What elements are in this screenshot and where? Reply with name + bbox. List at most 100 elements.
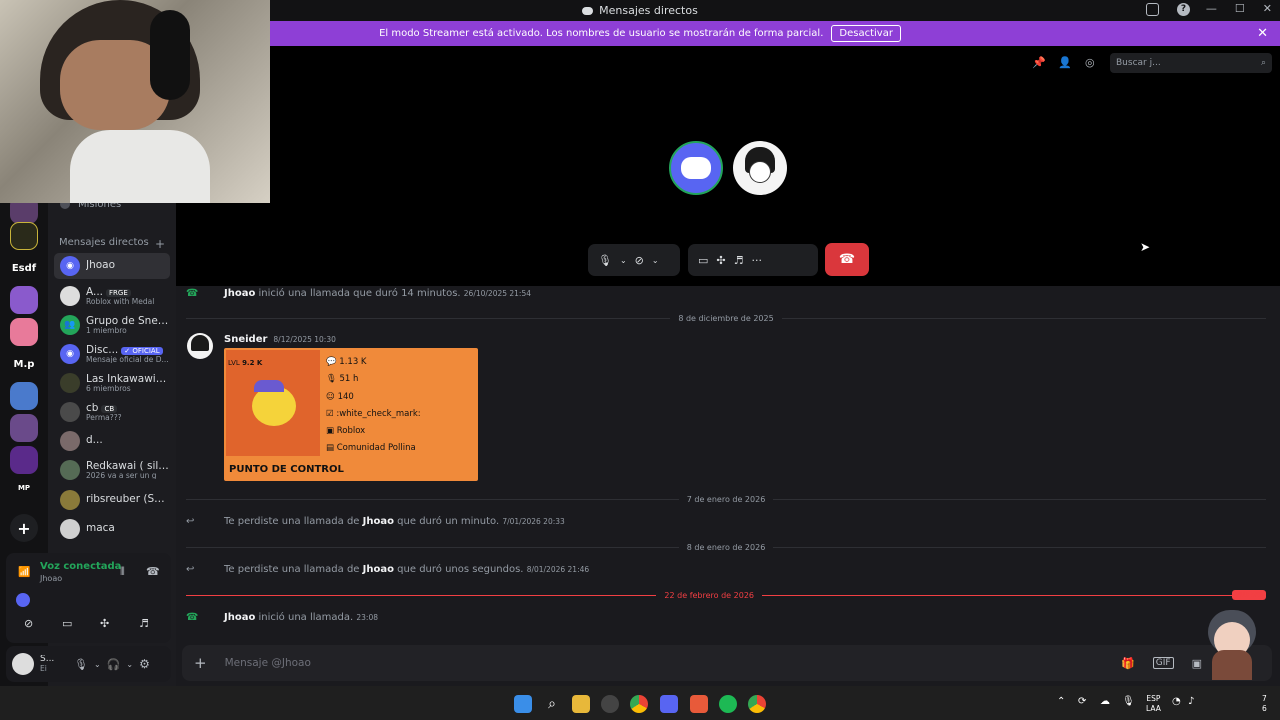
pin-icon[interactable]: 📌	[1032, 56, 1046, 69]
dm-item-jhoao[interactable]: ◉ Jhoao	[54, 253, 170, 279]
message-input[interactable]: Mensaje @Jhoao	[225, 657, 1104, 669]
soundboard-button[interactable]: ♬	[139, 617, 149, 630]
volume-icon[interactable]: ♪	[1188, 696, 1194, 707]
window-title: Mensajes directos	[582, 4, 698, 17]
discord-activity-icon[interactable]	[16, 593, 30, 607]
close-window-button[interactable]: ✕	[1263, 2, 1272, 15]
headphones-icon[interactable]: 🎧	[107, 658, 121, 671]
chrome-icon[interactable]	[630, 695, 648, 713]
chevron-down-icon[interactable]: ⌄	[620, 256, 627, 265]
cursor-icon: ➤	[1140, 240, 1151, 254]
search-icon: ⌕	[1260, 58, 1266, 68]
chevron-down-icon[interactable]: ⌄	[652, 256, 659, 265]
duck-cap	[254, 380, 284, 392]
disconnect-icon[interactable]: ☎	[146, 565, 160, 578]
sneider-avatar[interactable]	[187, 333, 213, 359]
message-composer: + Mensaje @Jhoao 🎁 GIF ▣	[182, 645, 1272, 681]
hang-up-button[interactable]: ☎	[825, 243, 869, 276]
call-avatar-user[interactable]	[733, 141, 787, 195]
gear-icon[interactable]: ⚙	[139, 657, 150, 671]
search-input[interactable]: Buscar j... ⌕	[1110, 53, 1272, 73]
chevron-down-icon[interactable]: ⌄	[126, 660, 133, 669]
gif-icon[interactable]: GIF	[1152, 657, 1174, 669]
server-icon-8[interactable]	[10, 414, 38, 442]
wifi-icon[interactable]: ◔	[1172, 696, 1181, 707]
dm-item-cb[interactable]: cb CB Perma???	[54, 399, 170, 425]
app-icon[interactable]	[690, 695, 708, 713]
file-explorer-icon[interactable]	[572, 695, 590, 713]
inbox-icon[interactable]	[1146, 3, 1159, 16]
more-options-icon[interactable]: ···	[752, 254, 763, 267]
add-friend-icon[interactable]: 👤	[1058, 56, 1072, 69]
mic-tray-icon[interactable]: 🎙	[1122, 696, 1135, 707]
mic-icon[interactable]: 🎙	[74, 658, 88, 671]
streamer-avatar-overlay	[1200, 610, 1264, 690]
official-badge: ✓ OFICIAL	[121, 346, 163, 355]
server-icon-7[interactable]	[10, 382, 38, 410]
screen-share-icon[interactable]: ▭	[698, 254, 708, 267]
server-icon-4[interactable]	[10, 286, 38, 314]
chevron-up-icon[interactable]: ⌃	[1057, 696, 1065, 707]
profile-icon[interactable]: ◎	[1085, 56, 1095, 69]
dm-item-group-sneider[interactable]: 👥 Grupo de Snei... 1 miembro	[54, 312, 170, 338]
embed-footer: PUNTO DE CONTROL	[229, 464, 344, 475]
server-icon-9[interactable]	[10, 446, 38, 474]
dm-header: Mensajes directos +	[59, 237, 165, 251]
camera-off-icon[interactable]: ⊘	[635, 254, 644, 267]
minimize-button[interactable]: —	[1206, 2, 1217, 15]
add-attachment-icon[interactable]: +	[194, 654, 207, 672]
dm-item-inkawawitas[interactable]: Las Inkawawitas 6 miembros	[54, 370, 170, 396]
noise-suppression-icon[interactable]: ⦀	[120, 565, 125, 579]
dm-item-discord[interactable]: ◉ Disc... ✓ OFICIAL Mensaje oficial de D..…	[54, 341, 170, 367]
server-esdf[interactable]: Esdf	[10, 254, 38, 282]
deactivate-button[interactable]: Desactivar	[831, 25, 901, 42]
windows-start-icon[interactable]	[514, 695, 532, 713]
camera-off-button[interactable]: ⊘	[24, 617, 33, 630]
clock[interactable]: 7 6	[1262, 694, 1267, 714]
onedrive-icon[interactable]: ☁	[1100, 696, 1110, 707]
create-dm-icon[interactable]: +	[155, 237, 165, 251]
screen-share-button[interactable]: ▭	[62, 617, 72, 630]
discord-taskbar-icon[interactable]	[660, 695, 678, 713]
server-mp[interactable]: M.p	[10, 350, 38, 378]
spotify-icon[interactable]	[719, 695, 737, 713]
dm-item-ribsreuber[interactable]: ribsreuber (SU...	[54, 487, 170, 513]
call-message-2: ☎ Jhoao inició una llamada. 23:08	[186, 612, 378, 623]
author-name[interactable]: Sneider	[224, 334, 267, 345]
chrome-2-icon[interactable]	[748, 695, 766, 713]
voice-channel: Jhoao	[40, 574, 63, 583]
obs-icon[interactable]	[601, 695, 619, 713]
discord-icon	[582, 6, 594, 15]
checkpoint-embed[interactable]: LVL 9.2 K 💬 1.13 K 🎙 51 h ☺ 140 ☑ :white…	[224, 348, 478, 481]
avatar	[60, 460, 80, 480]
missed-call-icon: ↩	[186, 516, 195, 527]
avatar	[60, 286, 80, 306]
call-message-1: ☎ Jhoao inició una llamada que duró 14 m…	[186, 288, 532, 299]
add-server-button[interactable]: +	[10, 514, 38, 542]
search-icon[interactable]: ⌕	[543, 695, 561, 713]
dm-item-d[interactable]: d...	[54, 428, 170, 454]
language-indicator[interactable]: ESP LAA	[1146, 694, 1161, 714]
chevron-down-icon[interactable]: ⌄	[94, 660, 101, 669]
stat-voice: 🎙 51 h	[326, 374, 359, 385]
mic-icon[interactable]: 🎙	[598, 254, 612, 267]
stat-messages: 💬 1.13 K	[326, 357, 367, 367]
server-icon-2[interactable]	[10, 222, 38, 250]
call-action-controls: ▭ ✣ ♬ ···	[688, 244, 818, 276]
activities-button[interactable]: ✣	[100, 617, 109, 630]
close-banner-icon[interactable]: ✕	[1257, 26, 1268, 41]
activities-icon[interactable]: ✣	[716, 254, 725, 267]
dm-item-2[interactable]: A... FRGE Roblox with Medal	[54, 283, 170, 309]
call-avatar-jhoao[interactable]	[669, 141, 723, 195]
date-divider: 7 de enero de 2026	[186, 494, 1267, 504]
gift-icon[interactable]: 🎁	[1121, 657, 1135, 670]
server-icon-5[interactable]	[10, 318, 38, 346]
soundboard-icon[interactable]: ♬	[734, 254, 744, 267]
server-mp-small[interactable]: MP	[10, 474, 38, 502]
dm-item-redkawai[interactable]: Redkawai ( silv... 2026 va a ser un g	[54, 457, 170, 483]
dm-item-maca[interactable]: maca	[54, 516, 170, 542]
user-avatar[interactable]	[12, 653, 34, 675]
sync-icon[interactable]: ⟳	[1078, 696, 1086, 707]
help-icon[interactable]: ?	[1177, 3, 1190, 16]
maximize-button[interactable]: ☐	[1235, 2, 1245, 15]
